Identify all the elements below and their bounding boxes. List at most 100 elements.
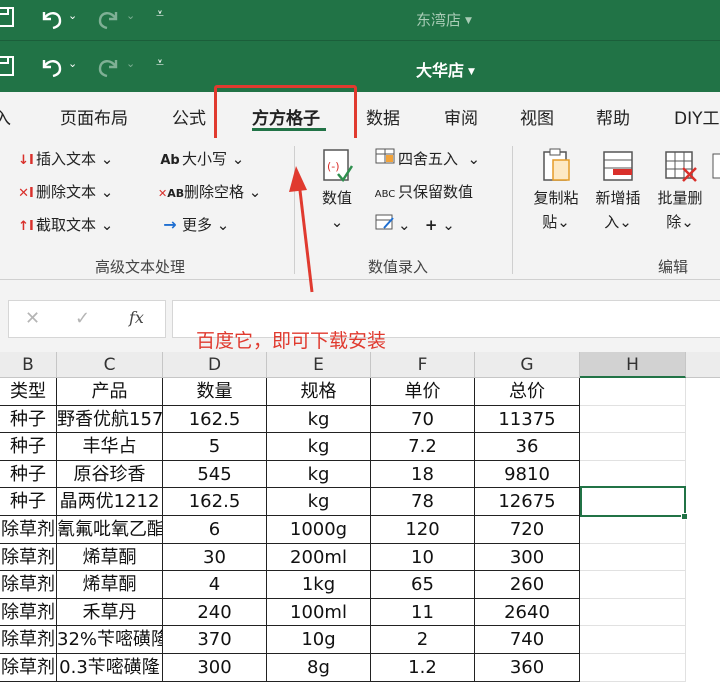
cell-type[interactable]: 除草剂 — [0, 516, 57, 544]
active-window-title[interactable]: 大华店 ▼ — [416, 57, 475, 81]
tab-data[interactable]: 数据 — [366, 104, 400, 129]
background-window-title[interactable]: 东湾店 ▼ — [416, 9, 472, 30]
cell-h[interactable] — [580, 626, 686, 654]
tab-formulas[interactable]: 公式 — [172, 104, 206, 129]
more-button[interactable]: → 更多 ⌄ — [158, 214, 229, 235]
cell-h[interactable] — [580, 543, 686, 572]
cell-product[interactable]: 32%苄嘧磺隆 — [57, 626, 163, 654]
cell-total[interactable]: 720 — [475, 516, 580, 544]
cell-price[interactable]: 11 — [371, 598, 475, 627]
undo-dropdown-icon[interactable]: ⌄ — [68, 9, 77, 22]
cell-spec[interactable]: 1kg — [267, 571, 371, 599]
cell-total[interactable]: 2640 — [475, 598, 580, 627]
cell-type[interactable]: 种子 — [0, 405, 57, 434]
column-header-h[interactable]: H — [580, 352, 686, 378]
customize-toolbar-icon[interactable]: ⩡ — [156, 55, 164, 71]
cell-qty[interactable]: 370 — [163, 626, 267, 654]
cell-product[interactable]: 野香优航1573 — [57, 405, 163, 434]
header-cell-total[interactable]: 总价 — [475, 378, 580, 406]
cell-h[interactable] — [580, 378, 686, 406]
cancel-icon[interactable]: ✕ — [25, 308, 40, 329]
keep-values-button[interactable]: ABC 只保留数值 — [372, 181, 473, 202]
cell-product[interactable]: 氰氟吡氧乙酯 — [57, 516, 163, 544]
cell-product[interactable]: 烯草酮 — [57, 543, 163, 572]
cell-h[interactable] — [580, 516, 686, 544]
tab-review[interactable]: 审阅 — [444, 104, 478, 129]
customize-toolbar-icon[interactable]: ⩡ — [156, 6, 164, 22]
cell-product[interactable]: 丰华占 — [57, 433, 163, 461]
tab-page-layout[interactable]: 页面布局 — [60, 104, 128, 129]
cell-qty[interactable]: 240 — [163, 598, 267, 627]
round-button[interactable]: 四舍五入 ⌄ — [372, 148, 480, 169]
save-icon[interactable] — [0, 5, 16, 35]
cell-h[interactable] — [580, 571, 686, 599]
cell-price[interactable]: 18 — [371, 460, 475, 489]
header-cell-spec[interactable]: 规格 — [267, 378, 371, 406]
cell-price[interactable]: 10 — [371, 543, 475, 572]
cell-spec[interactable]: kg — [267, 488, 371, 516]
fx-icon[interactable]: fx — [129, 308, 144, 327]
cell-type[interactable]: 除草剂 — [0, 626, 57, 654]
cell-qty[interactable]: 545 — [163, 460, 267, 489]
cell-type[interactable]: 种子 — [0, 460, 57, 489]
cell-type[interactable]: 种子 — [0, 488, 57, 516]
cell-qty[interactable]: 162.5 — [163, 488, 267, 516]
undo-dropdown-icon[interactable]: ⌄ — [68, 57, 77, 70]
cell-spec[interactable]: 8g — [267, 654, 371, 682]
column-header-g[interactable]: G — [475, 352, 580, 378]
column-header-b[interactable]: B — [0, 352, 57, 378]
cell-total[interactable]: 12675 — [475, 488, 580, 516]
cell-total[interactable]: 11375 — [475, 405, 580, 434]
cell-qty[interactable]: 6 — [163, 516, 267, 544]
column-header-c[interactable]: C — [57, 352, 163, 378]
undo-icon[interactable] — [38, 53, 64, 85]
cell-spec[interactable]: 200ml — [267, 543, 371, 572]
cell-price[interactable]: 70 — [371, 405, 475, 434]
cell-spec[interactable]: kg — [267, 460, 371, 489]
cell-h[interactable] — [580, 405, 686, 434]
column-header-f[interactable]: F — [371, 352, 475, 378]
cell-total[interactable]: 740 — [475, 626, 580, 654]
tab-diy[interactable]: DIY工 — [674, 104, 720, 129]
cell-total[interactable]: 36 — [475, 433, 580, 461]
tab-help[interactable]: 帮助 — [596, 104, 630, 129]
confirm-icon[interactable]: ✓ — [75, 308, 90, 329]
header-cell-qty[interactable]: 数量 — [163, 378, 267, 406]
cell-price[interactable]: 1.2 — [371, 654, 475, 682]
insert-text-button[interactable]: ↓I 插入文本 ⌄ — [16, 148, 113, 169]
cell-spec[interactable]: 1000g — [267, 516, 371, 544]
cell-spec[interactable]: kg — [267, 405, 371, 434]
cell-qty[interactable]: 5 — [163, 433, 267, 461]
cell-type[interactable]: 除草剂 — [0, 654, 57, 682]
cell-product[interactable]: 晶两优1212 — [57, 488, 163, 516]
header-cell-type[interactable]: 类型 — [0, 378, 57, 406]
cell-price[interactable]: 7.2 — [371, 433, 475, 461]
cell-qty[interactable]: 162.5 — [163, 405, 267, 434]
cell-spec[interactable]: 10g — [267, 626, 371, 654]
tab-view[interactable]: 视图 — [520, 104, 554, 129]
cell-product[interactable]: 烯草酮 — [57, 571, 163, 599]
column-header-d[interactable]: D — [163, 352, 267, 378]
fill-handle[interactable] — [681, 513, 688, 520]
cell-product[interactable]: 原谷珍香 — [57, 460, 163, 489]
cell-price[interactable]: 120 — [371, 516, 475, 544]
cell-type[interactable]: 除草剂 — [0, 543, 57, 572]
tab-insert[interactable]: 入 — [0, 104, 11, 129]
cell-type[interactable]: 除草剂 — [0, 571, 57, 599]
cell-price[interactable]: 78 — [371, 488, 475, 516]
cell-product[interactable]: 禾草丹 — [57, 598, 163, 627]
cell-product[interactable]: 0.3苄嘧磺隆 — [57, 654, 163, 682]
copy-paste-button[interactable]: 复制粘 贴⌄ — [526, 148, 586, 234]
cell-total[interactable]: 9810 — [475, 460, 580, 489]
save-icon[interactable] — [0, 54, 16, 84]
cell-qty[interactable]: 300 — [163, 654, 267, 682]
cell-spec[interactable]: kg — [267, 433, 371, 461]
cell-price[interactable]: 65 — [371, 571, 475, 599]
cell-h[interactable] — [580, 598, 686, 627]
undo-icon[interactable] — [38, 5, 64, 37]
insert-new-button[interactable]: 新增插 入⌄ — [588, 148, 648, 234]
selected-cell[interactable] — [580, 486, 686, 517]
cell-type[interactable]: 除草剂 — [0, 598, 57, 627]
delete-spaces-button[interactable]: ✕AB删除空格 ⌄ — [158, 181, 261, 202]
cell-total[interactable]: 260 — [475, 571, 580, 599]
